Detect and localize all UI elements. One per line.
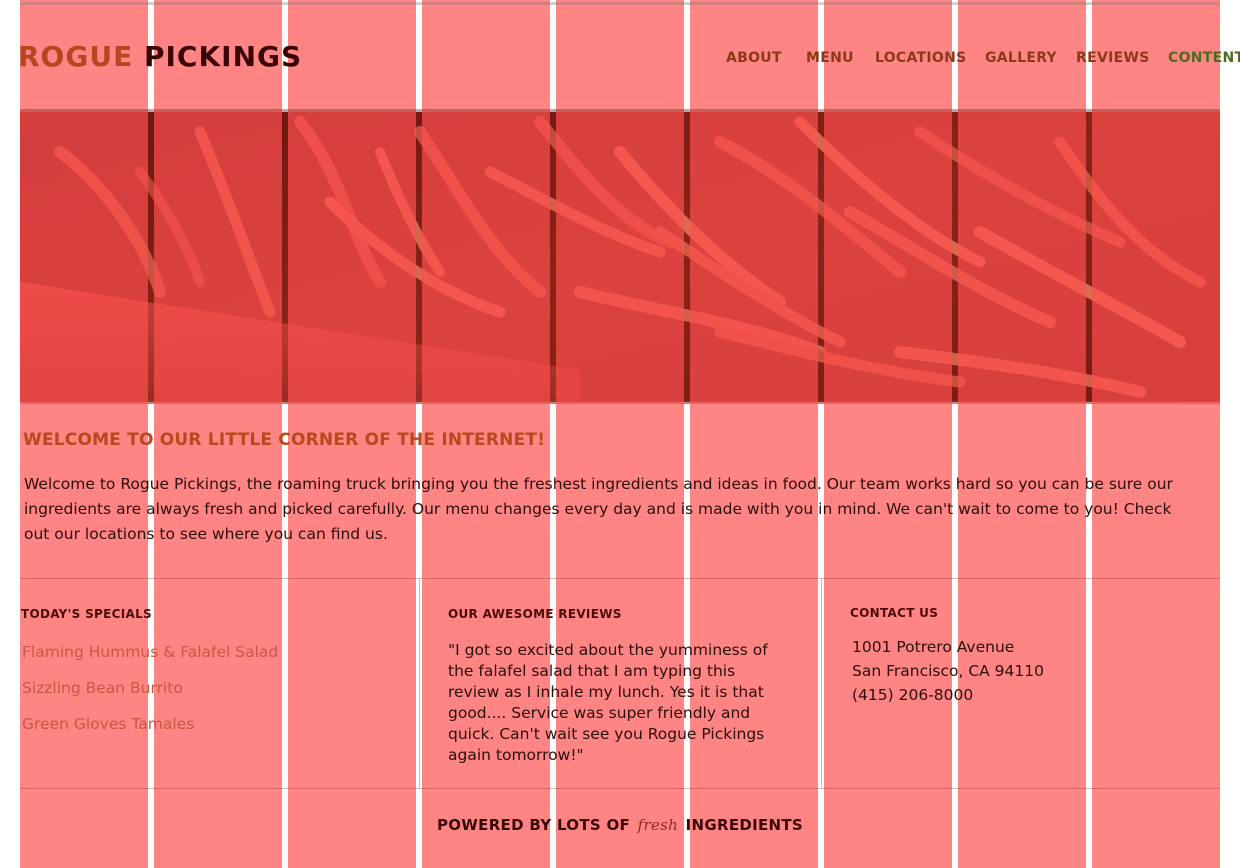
section-divider-top bbox=[20, 578, 1220, 579]
site-header: ROGUE PICKINGS ABOUT MENU LOCATIONS GALL… bbox=[0, 0, 1240, 112]
green-beans-photo bbox=[20, 112, 1220, 402]
welcome-heading: WELCOME TO OUR LITTLE CORNER OF THE INTE… bbox=[23, 430, 546, 450]
column-divider-2 bbox=[821, 578, 822, 788]
section-divider-bottom bbox=[20, 788, 1220, 789]
specials-heading: TODAY'S SPECIALS bbox=[21, 607, 152, 621]
special-item-2[interactable]: Sizzling Bean Burrito bbox=[22, 679, 183, 697]
main-nav: ABOUT MENU LOCATIONS GALLERY REVIEWS CON… bbox=[0, 50, 1240, 70]
column-divider-1 bbox=[419, 578, 420, 788]
contact-address-line1: 1001 Potrero Avenue bbox=[852, 638, 1015, 656]
hero-bottom-divider bbox=[20, 401, 1220, 404]
special-item-3[interactable]: Green Gloves Tamales bbox=[22, 715, 194, 733]
nav-content[interactable]: CONTENT bbox=[1168, 50, 1240, 66]
review-quote: "I got so excited about the yumminess of… bbox=[448, 641, 768, 764]
site-footer: POWERED BY LOTS OF fresh INGREDIENTS bbox=[0, 816, 1240, 834]
nav-gallery[interactable]: GALLERY bbox=[985, 50, 1057, 66]
welcome-paragraph: Welcome to Rogue Pickings, the roaming t… bbox=[24, 475, 1173, 543]
header-bottom-divider bbox=[20, 109, 1220, 112]
header-top-divider bbox=[20, 2, 1220, 5]
reviews-heading: OUR AWESOME REVIEWS bbox=[448, 607, 622, 621]
footer-script-fresh: fresh bbox=[637, 816, 679, 834]
hero-image bbox=[20, 112, 1220, 402]
contact-phone[interactable]: (415) 206-8000 bbox=[852, 686, 973, 704]
nav-reviews[interactable]: REVIEWS bbox=[1076, 50, 1150, 66]
footer-text-after: INGREDIENTS bbox=[685, 816, 804, 834]
nav-locations[interactable]: LOCATIONS bbox=[875, 50, 967, 66]
special-item-1[interactable]: Flaming Hummus & Falafel Salad bbox=[22, 643, 278, 661]
nav-about[interactable]: ABOUT bbox=[726, 50, 782, 66]
footer-text-before: POWERED BY LOTS OF bbox=[436, 816, 631, 834]
contact-heading: CONTACT US bbox=[850, 606, 939, 620]
contact-address-line2: San Francisco, CA 94110 bbox=[852, 662, 1044, 680]
nav-menu[interactable]: MENU bbox=[806, 50, 854, 66]
